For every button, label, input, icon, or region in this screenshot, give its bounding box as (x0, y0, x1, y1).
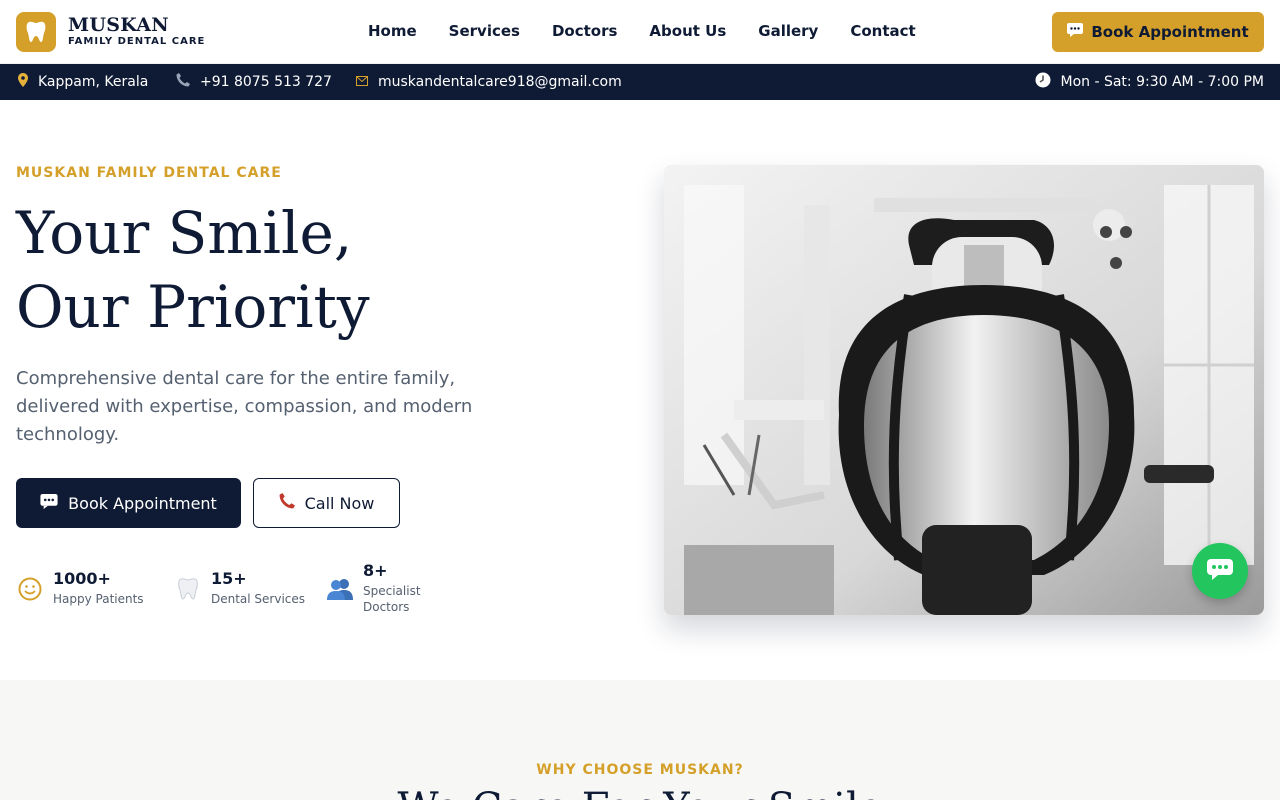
hours-text: Mon - Sat: 9:30 AM - 7:00 PM (1060, 74, 1265, 90)
location-info: Kappam, Kerala (18, 64, 148, 100)
hero-title-line2: Our Priority (16, 273, 370, 341)
site-header: MUSKAN FAMILY DENTAL CARE Home Services … (0, 0, 1280, 64)
nav-services[interactable]: Services (433, 22, 536, 40)
hero-eyebrow: MUSKAN FAMILY DENTAL CARE (16, 165, 282, 181)
email-text: muskandentalcare918@gmail.com (378, 74, 622, 90)
header-book-appointment-button[interactable]: Book Appointment (1052, 12, 1264, 52)
location-text: Kappam, Kerala (38, 74, 149, 90)
phone-icon (176, 73, 190, 91)
hero-title-line1: Your Smile, (16, 199, 353, 267)
phone-info[interactable]: +91 8075 513 727 (176, 64, 332, 100)
email-info[interactable]: muskandentalcare918@gmail.com (356, 64, 622, 100)
chat-bubble-icon (1206, 557, 1234, 585)
chat-icon (1067, 23, 1084, 41)
nav-gallery[interactable]: Gallery (742, 22, 834, 40)
nav-contact[interactable]: Contact (834, 22, 931, 40)
tooth-icon (174, 575, 202, 603)
main-nav: Home Services Doctors About Us Gallery C… (352, 0, 932, 62)
hero-book-appointment-button[interactable]: Book Appointment (16, 478, 241, 528)
dental-chair-hero-image (664, 165, 1264, 615)
nav-doctors[interactable]: Doctors (536, 22, 633, 40)
why-choose-section: WHY CHOOSE MUSKAN? We Care For Your Smil… (0, 680, 1280, 800)
stat-value: 15+ (211, 569, 247, 588)
stat-value: 1000+ (53, 569, 111, 588)
why-title: We Care For Your Smile (0, 784, 1280, 800)
chat-widget-button[interactable] (1192, 543, 1248, 599)
smiley-icon (16, 575, 44, 603)
call-now-label: Call Now (304, 493, 375, 513)
hero-book-appointment-label: Book Appointment (68, 493, 217, 513)
call-now-button[interactable]: Call Now (253, 478, 400, 528)
phone-text: +91 8075 513 727 (200, 74, 332, 90)
stat-label: Specialist Doctors (363, 584, 421, 614)
phone-icon (279, 493, 295, 513)
stat-happy-patients: 1000+ Happy Patients (16, 569, 144, 607)
brand-logo[interactable]: MUSKAN FAMILY DENTAL CARE (16, 12, 205, 52)
nav-about-us[interactable]: About Us (633, 22, 742, 40)
stat-label: Happy Patients (53, 592, 144, 606)
hero-description: Comprehensive dental care for the entire… (16, 368, 473, 445)
stat-value: 8+ (363, 561, 388, 580)
stat-dental-services: 15+ Dental Services (174, 569, 305, 607)
tooth-logo-icon (16, 12, 56, 52)
contact-info-bar: Kappam, Kerala +91 8075 513 727 muskande… (0, 64, 1280, 100)
location-pin-icon (18, 73, 28, 91)
hours-info: Mon - Sat: 9:30 AM - 7:00 PM (1035, 64, 1265, 100)
header-book-appointment-label: Book Appointment (1091, 23, 1249, 41)
chat-icon (40, 493, 58, 513)
people-icon (326, 575, 354, 603)
stat-label: Dental Services (211, 592, 306, 606)
brand-name: MUSKAN (68, 14, 169, 36)
hero-title: Your Smile, Our Priority (16, 196, 370, 344)
nav-home[interactable]: Home (352, 22, 433, 40)
brand-tagline: FAMILY DENTAL CARE (68, 36, 206, 47)
envelope-icon (356, 75, 368, 90)
why-eyebrow: WHY CHOOSE MUSKAN? (536, 762, 744, 778)
stat-specialist-doctors: 8+ Specialist Doctors (326, 561, 453, 615)
clock-icon (1035, 72, 1051, 92)
